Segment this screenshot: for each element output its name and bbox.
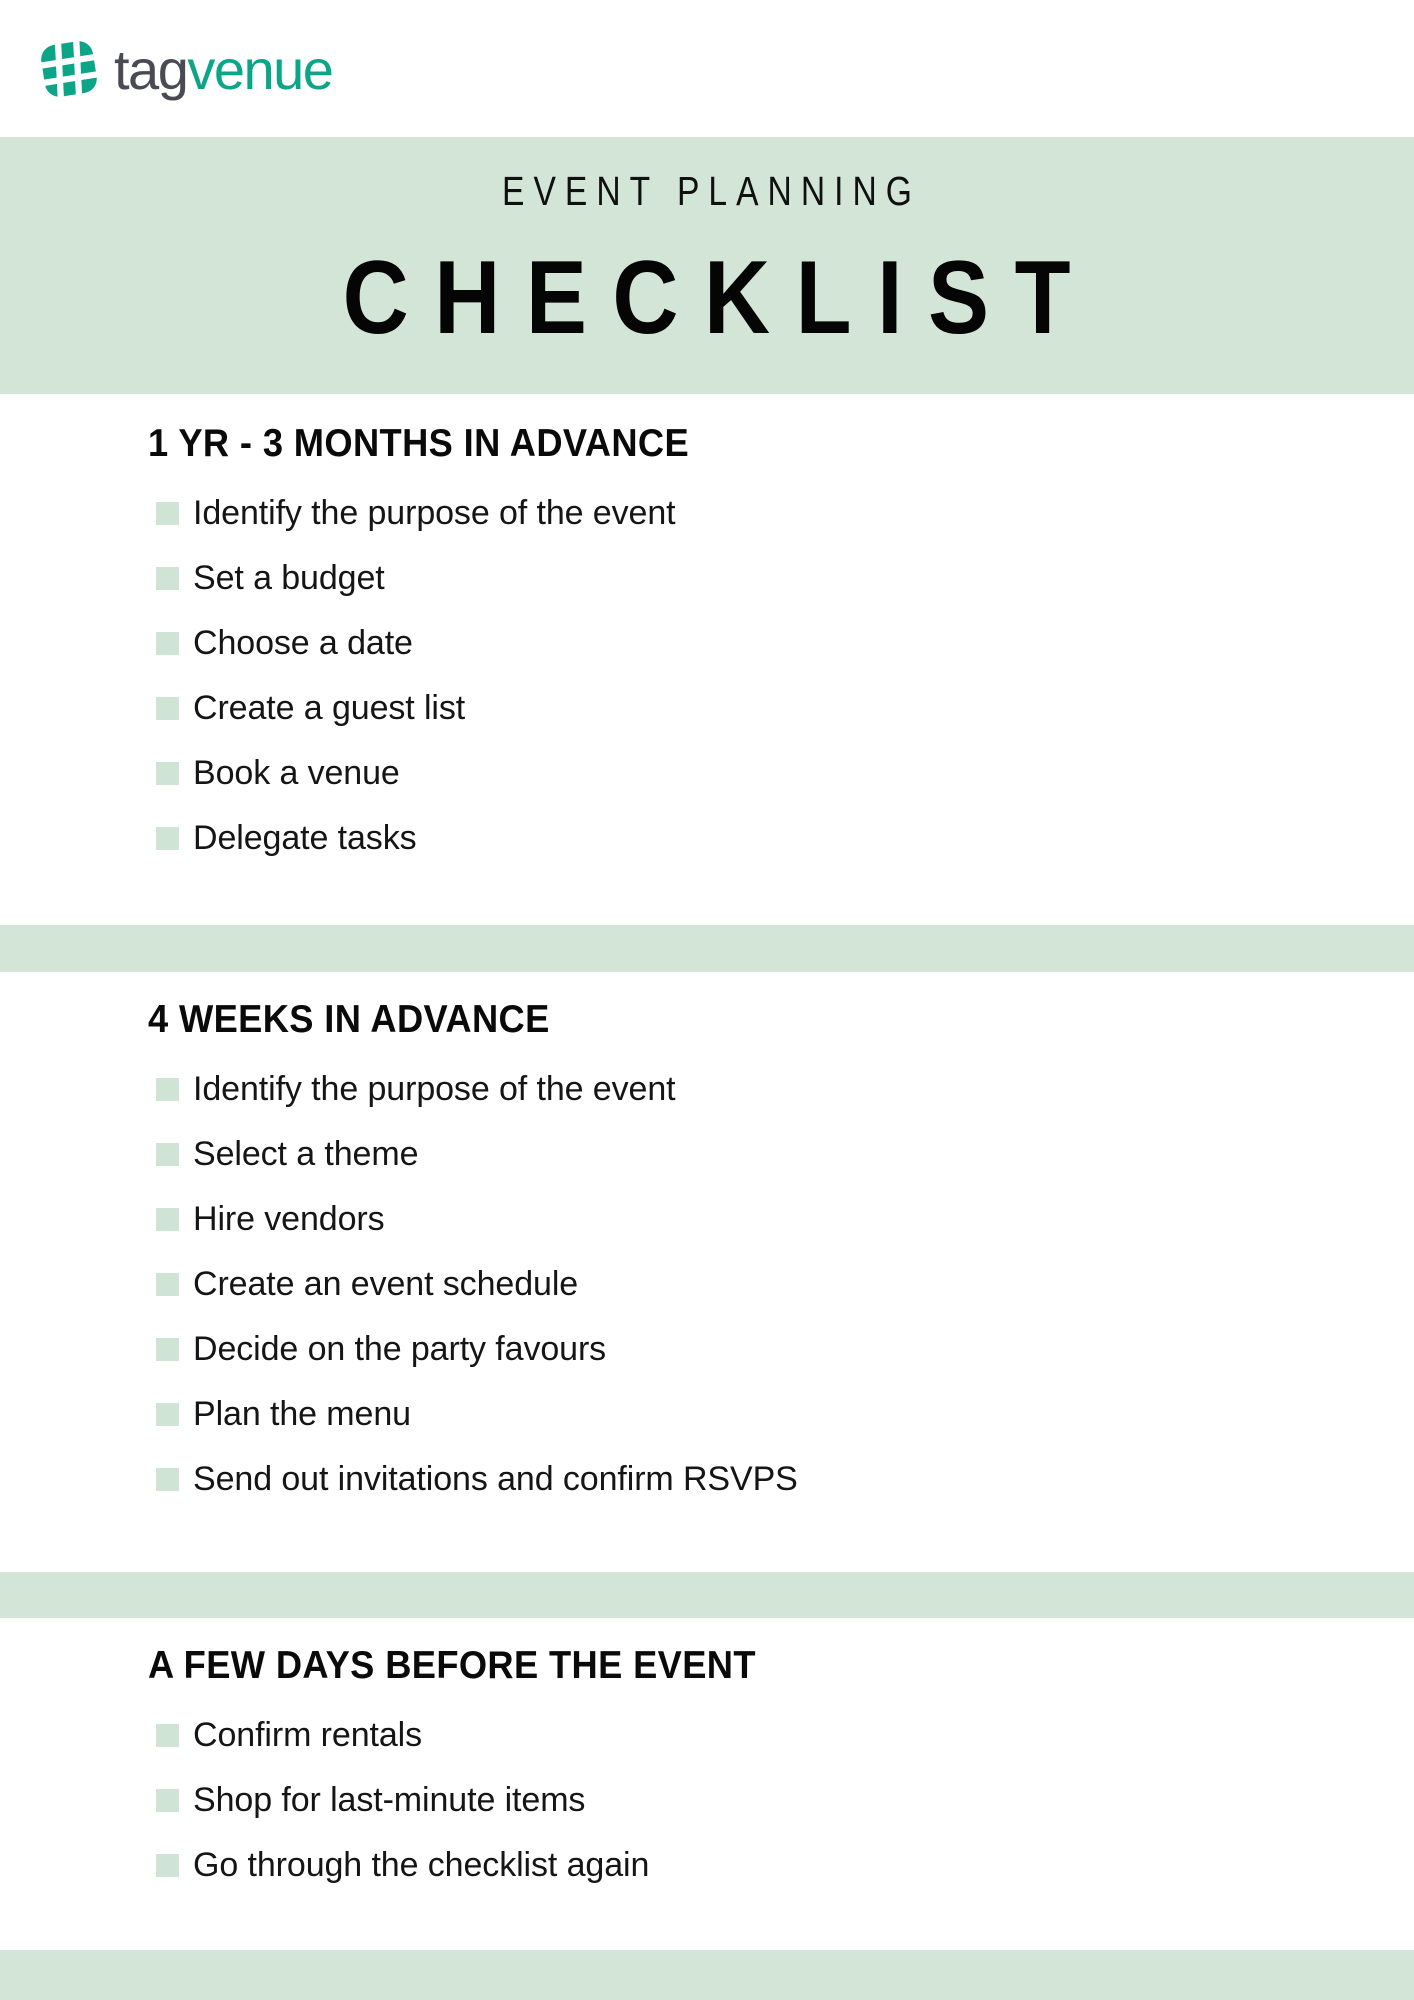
list-item-label: Plan the menu [193, 1394, 411, 1433]
list-item[interactable]: Book a venue [148, 741, 1328, 806]
checkbox-icon[interactable] [156, 567, 179, 590]
checkbox-icon[interactable] [156, 1468, 179, 1491]
checkbox-icon[interactable] [156, 827, 179, 850]
list-item-label: Set a budget [193, 558, 385, 597]
checklist-items: Identify the purpose of the event Set a … [148, 481, 1328, 871]
list-item-label: Identify the purpose of the event [193, 493, 676, 532]
list-item-label: Select a theme [193, 1134, 419, 1173]
footer-band [0, 1950, 1414, 2000]
checkbox-icon[interactable] [156, 1338, 179, 1361]
page-header: EVENT PLANNING CHECKLIST [0, 137, 1414, 394]
checklist-items: Confirm rentals Shop for last-minute ite… [148, 1703, 1328, 1898]
page-eyebrow: EVENT PLANNING [502, 168, 921, 214]
list-item-label: Delegate tasks [193, 818, 417, 857]
checklist-section-3: A FEW DAYS BEFORE THE EVENT Confirm rent… [148, 1646, 1328, 1898]
brand-header: tagvenue [0, 0, 1414, 137]
tagvenue-hash-logo-icon [39, 39, 99, 98]
list-item[interactable]: Decide on the party favours [148, 1317, 1328, 1382]
list-item-label: Send out invitations and confirm RSVPS [193, 1459, 798, 1498]
checkbox-icon[interactable] [156, 1273, 179, 1296]
list-item[interactable]: Set a budget [148, 546, 1328, 611]
checkbox-icon[interactable] [156, 1208, 179, 1231]
list-item[interactable]: Identify the purpose of the event [148, 481, 1328, 546]
brand-wordmark: tagvenue [114, 41, 334, 98]
section-title: 4 WEEKS IN ADVANCE [148, 998, 550, 1041]
list-item-label: Go through the checklist again [193, 1845, 650, 1884]
checkbox-icon[interactable] [156, 1143, 179, 1166]
checkbox-icon[interactable] [156, 1854, 179, 1877]
list-item[interactable]: Delegate tasks [148, 806, 1328, 871]
list-item-label: Identify the purpose of the event [193, 1069, 676, 1108]
list-item[interactable]: Create a guest list [148, 676, 1328, 741]
list-item-label: Book a venue [193, 753, 400, 792]
section-divider-band-2 [0, 1572, 1414, 1618]
checkbox-icon[interactable] [156, 632, 179, 655]
checklist-items: Identify the purpose of the event Select… [148, 1057, 1328, 1512]
list-item[interactable]: Identify the purpose of the event [148, 1057, 1328, 1122]
list-item-label: Shop for last-minute items [193, 1780, 586, 1819]
page-title: CHECKLIST [343, 240, 1097, 356]
list-item[interactable]: Plan the menu [148, 1382, 1328, 1447]
list-item[interactable]: Send out invitations and confirm RSVPS [148, 1447, 1328, 1512]
section-title: 1 YR - 3 MONTHS IN ADVANCE [148, 422, 690, 465]
list-item-label: Decide on the party favours [193, 1329, 607, 1368]
list-item-label: Hire vendors [193, 1199, 385, 1238]
list-item[interactable]: Select a theme [148, 1122, 1328, 1187]
checklist-section-1: 1 YR - 3 MONTHS IN ADVANCE Identify the … [148, 424, 1328, 871]
brand-wordmark-venue: venue [187, 37, 334, 101]
list-item[interactable]: Create an event schedule [148, 1252, 1328, 1317]
checkbox-icon[interactable] [156, 762, 179, 785]
checkbox-icon[interactable] [156, 1078, 179, 1101]
section-divider-band-1 [0, 925, 1414, 972]
brand-wordmark-tag: tag [114, 37, 189, 101]
list-item-label: Confirm rentals [193, 1715, 423, 1754]
checkbox-icon[interactable] [156, 1403, 179, 1426]
list-item[interactable]: Confirm rentals [148, 1703, 1328, 1768]
checkbox-icon[interactable] [156, 502, 179, 525]
list-item-label: Create an event schedule [193, 1264, 579, 1303]
list-item-label: Create a guest list [193, 688, 466, 727]
checkbox-icon[interactable] [156, 1789, 179, 1812]
list-item-label: Choose a date [193, 623, 413, 662]
list-item[interactable]: Choose a date [148, 611, 1328, 676]
list-item[interactable]: Go through the checklist again [148, 1833, 1328, 1898]
checklist-section-2: 4 WEEKS IN ADVANCE Identify the purpose … [148, 1000, 1328, 1512]
checkbox-icon[interactable] [156, 1724, 179, 1747]
list-item[interactable]: Shop for last-minute items [148, 1768, 1328, 1833]
list-item[interactable]: Hire vendors [148, 1187, 1328, 1252]
checkbox-icon[interactable] [156, 697, 179, 720]
section-title: A FEW DAYS BEFORE THE EVENT [148, 1644, 756, 1687]
